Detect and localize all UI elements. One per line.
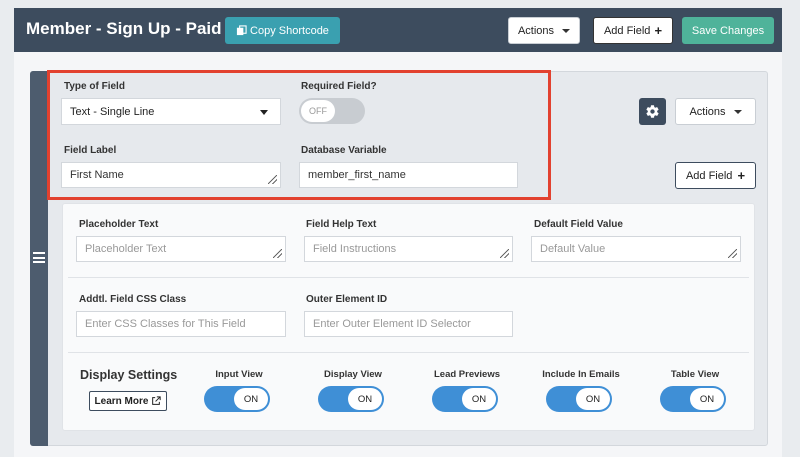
- header-actions-button[interactable]: Actions: [508, 17, 580, 44]
- hamburger-icon[interactable]: [33, 252, 45, 263]
- include-in-emails-knob: ON: [576, 388, 610, 410]
- copy-shortcode-label: Copy Shortcode: [250, 24, 329, 37]
- chevron-down-icon: [733, 109, 742, 114]
- default-field-value-placeholder: Default Value: [540, 243, 606, 255]
- header-actions-label: Actions: [517, 24, 555, 37]
- field-actions-button[interactable]: Actions: [675, 98, 756, 125]
- outer-element-id-input[interactable]: Enter Outer Element ID Selector: [304, 311, 513, 337]
- outer-element-id-label: Outer Element ID: [306, 294, 388, 305]
- field-add-field-label: Add Field: [685, 169, 733, 182]
- display-view-label: Display View: [324, 369, 382, 380]
- field-settings-button[interactable]: [639, 98, 666, 125]
- resize-handle-icon[interactable]: [273, 249, 282, 258]
- default-field-value-input[interactable]: Default Value: [531, 236, 741, 262]
- field-add-field-button[interactable]: Add Field +: [675, 162, 756, 189]
- section-divider: [68, 277, 749, 278]
- field-actions-label: Actions: [689, 105, 726, 118]
- lead-previews-knob: ON: [462, 388, 496, 410]
- placeholder-text-input[interactable]: Placeholder Text: [76, 236, 286, 262]
- learn-more-button[interactable]: Learn More: [89, 391, 167, 411]
- save-changes-label: Save Changes: [691, 24, 765, 37]
- chevron-down-icon: [562, 28, 571, 33]
- include-in-emails-label: Include In Emails: [542, 369, 620, 380]
- outer-element-id-placeholder: Enter Outer Element ID Selector: [313, 318, 471, 330]
- input-view-knob: ON: [234, 388, 268, 410]
- lead-previews-label: Lead Previews: [433, 369, 500, 380]
- field-help-text-input[interactable]: Field Instructions: [304, 236, 513, 262]
- display-view-toggle[interactable]: ON: [318, 386, 384, 412]
- input-view-toggle[interactable]: ON: [204, 386, 270, 412]
- table-view-knob: ON: [690, 388, 724, 410]
- header-add-field-button[interactable]: Add Field +: [593, 17, 673, 44]
- copy-shortcode-button[interactable]: Copy Shortcode: [225, 17, 340, 44]
- css-class-label: Addtl. Field CSS Class: [79, 294, 187, 305]
- display-view-knob: ON: [348, 388, 382, 410]
- placeholder-text-placeholder: Placeholder Text: [85, 243, 167, 255]
- plus-icon: +: [654, 23, 663, 38]
- form-title: Member - Sign Up - Paid: [26, 19, 222, 38]
- table-view-toggle[interactable]: ON: [660, 386, 726, 412]
- section-divider: [68, 352, 749, 353]
- save-changes-button[interactable]: Save Changes: [682, 17, 774, 44]
- include-in-emails-toggle[interactable]: ON: [546, 386, 612, 412]
- table-view-label: Table View: [670, 369, 720, 380]
- copy-icon: [236, 25, 247, 36]
- header-add-field-label: Add Field: [603, 24, 651, 37]
- field-help-text-label: Field Help Text: [306, 219, 377, 230]
- resize-handle-icon[interactable]: [500, 249, 509, 258]
- display-settings-title: Display Settings: [80, 368, 178, 382]
- default-field-value-label: Default Field Value: [534, 219, 623, 230]
- css-class-input[interactable]: Enter CSS Classes for This Field: [76, 311, 286, 337]
- field-help-text-placeholder: Field Instructions: [313, 243, 397, 255]
- input-view-label: Input View: [215, 369, 263, 380]
- resize-handle-icon[interactable]: [728, 249, 737, 258]
- gear-icon: [646, 105, 659, 118]
- highlight-box: [47, 70, 551, 200]
- external-link-icon: [152, 396, 162, 405]
- lead-previews-toggle[interactable]: ON: [432, 386, 498, 412]
- plus-icon: +: [737, 168, 746, 183]
- css-class-placeholder: Enter CSS Classes for This Field: [85, 318, 246, 330]
- learn-more-label: Learn More: [94, 395, 149, 407]
- placeholder-text-label: Placeholder Text: [79, 219, 159, 230]
